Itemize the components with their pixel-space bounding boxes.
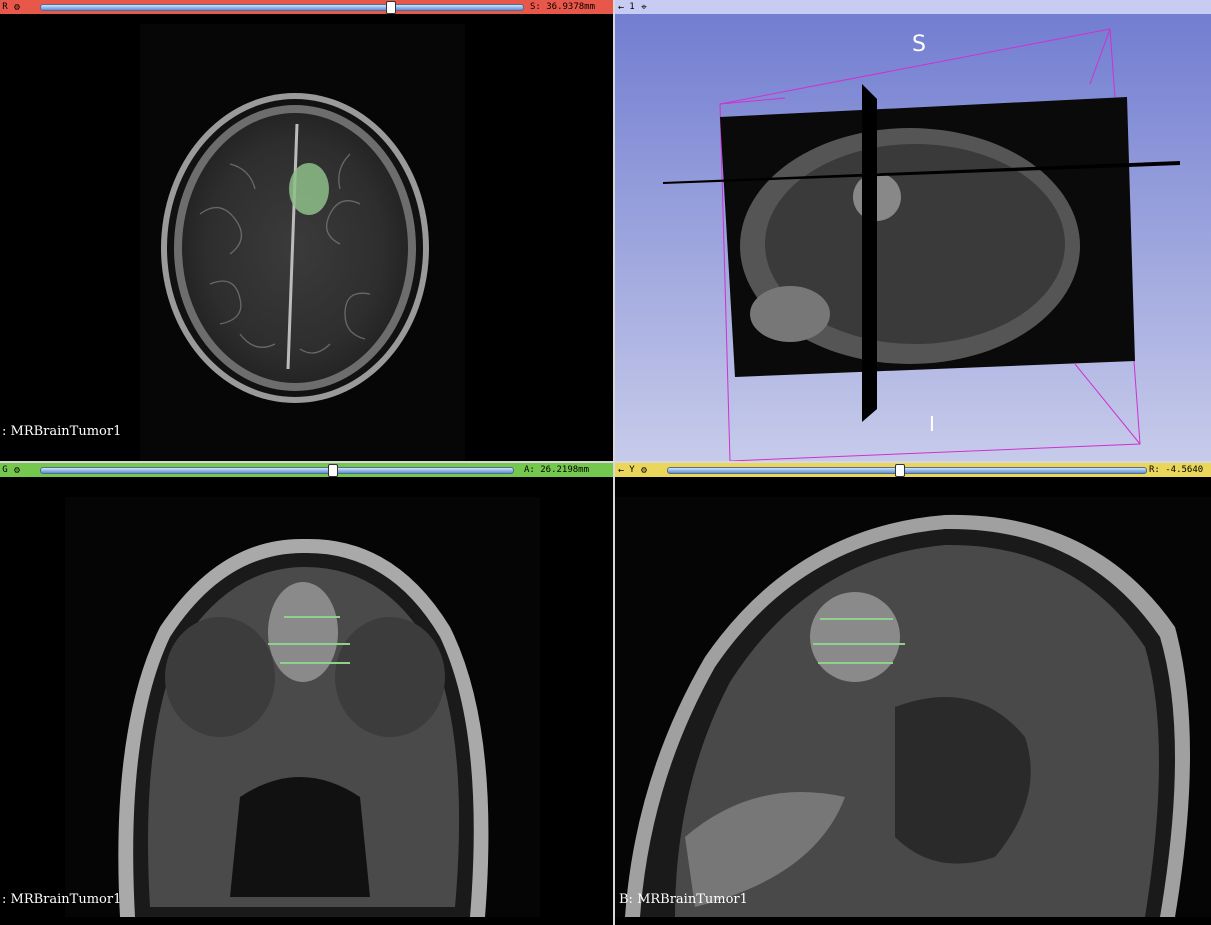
red-slice-view[interactable]: R ⚙ S: 36.9378mm : MRBrainTumor1 bbox=[0, 0, 613, 461]
green-offset-readout: A: 26.2198mm bbox=[524, 465, 590, 475]
threed-view-label: 1 bbox=[629, 2, 635, 12]
link-icon[interactable]: ⚙ bbox=[10, 0, 24, 14]
green-view-controller: G ⚙ A: 26.2198mm bbox=[0, 463, 613, 477]
green-slice-view[interactable]: G ⚙ A: 26.2198mm : MRBrainTumor1 bbox=[0, 463, 613, 925]
yellow-slice-slider[interactable] bbox=[667, 467, 1147, 474]
pin-icon[interactable]: ← bbox=[615, 463, 627, 477]
orientation-top: S bbox=[912, 32, 926, 57]
green-volume-label: : MRBrainTumor1 bbox=[2, 892, 122, 907]
orientation-bottom: I bbox=[929, 412, 935, 436]
yellow-slice-image[interactable] bbox=[615, 477, 1211, 925]
green-slider-thumb[interactable] bbox=[328, 464, 338, 477]
link-icon[interactable]: ⚙ bbox=[637, 463, 651, 477]
yellow-view-label: Y bbox=[629, 465, 635, 475]
green-slice-slider[interactable] bbox=[40, 467, 514, 474]
yellow-volume-label: B: MRBrainTumor1 bbox=[619, 892, 748, 907]
red-volume-label: : MRBrainTumor1 bbox=[2, 424, 122, 439]
red-view-label: R bbox=[2, 2, 8, 12]
green-view-label: G bbox=[2, 465, 8, 475]
yellow-slice-view[interactable]: ← Y ⚙ R: -4.5640 B: MRBrainTumor1 bbox=[615, 463, 1211, 925]
yellow-view-controller: ← Y ⚙ R: -4.5640 bbox=[615, 463, 1211, 477]
crosshair-icon[interactable]: ⌖ bbox=[637, 0, 651, 14]
threed-view-controller: ← 1 ⌖ bbox=[615, 0, 1211, 14]
pin-icon[interactable]: ← bbox=[615, 0, 627, 14]
green-slice-image[interactable] bbox=[0, 477, 613, 925]
link-icon[interactable]: ⚙ bbox=[10, 463, 24, 477]
yellow-slider-thumb[interactable] bbox=[895, 464, 905, 477]
threed-render[interactable] bbox=[615, 14, 1211, 461]
red-slice-image[interactable] bbox=[0, 14, 613, 461]
red-slice-slider[interactable] bbox=[40, 4, 524, 11]
red-offset-readout: S: 36.9378mm bbox=[530, 2, 596, 12]
yellow-offset-readout: R: -4.5640 bbox=[1149, 465, 1204, 475]
threed-view[interactable]: ← 1 ⌖ S I bbox=[615, 0, 1211, 461]
red-view-controller: R ⚙ S: 36.9378mm bbox=[0, 0, 613, 14]
horizontal-divider[interactable] bbox=[0, 461, 1211, 463]
red-slider-thumb[interactable] bbox=[386, 1, 396, 14]
